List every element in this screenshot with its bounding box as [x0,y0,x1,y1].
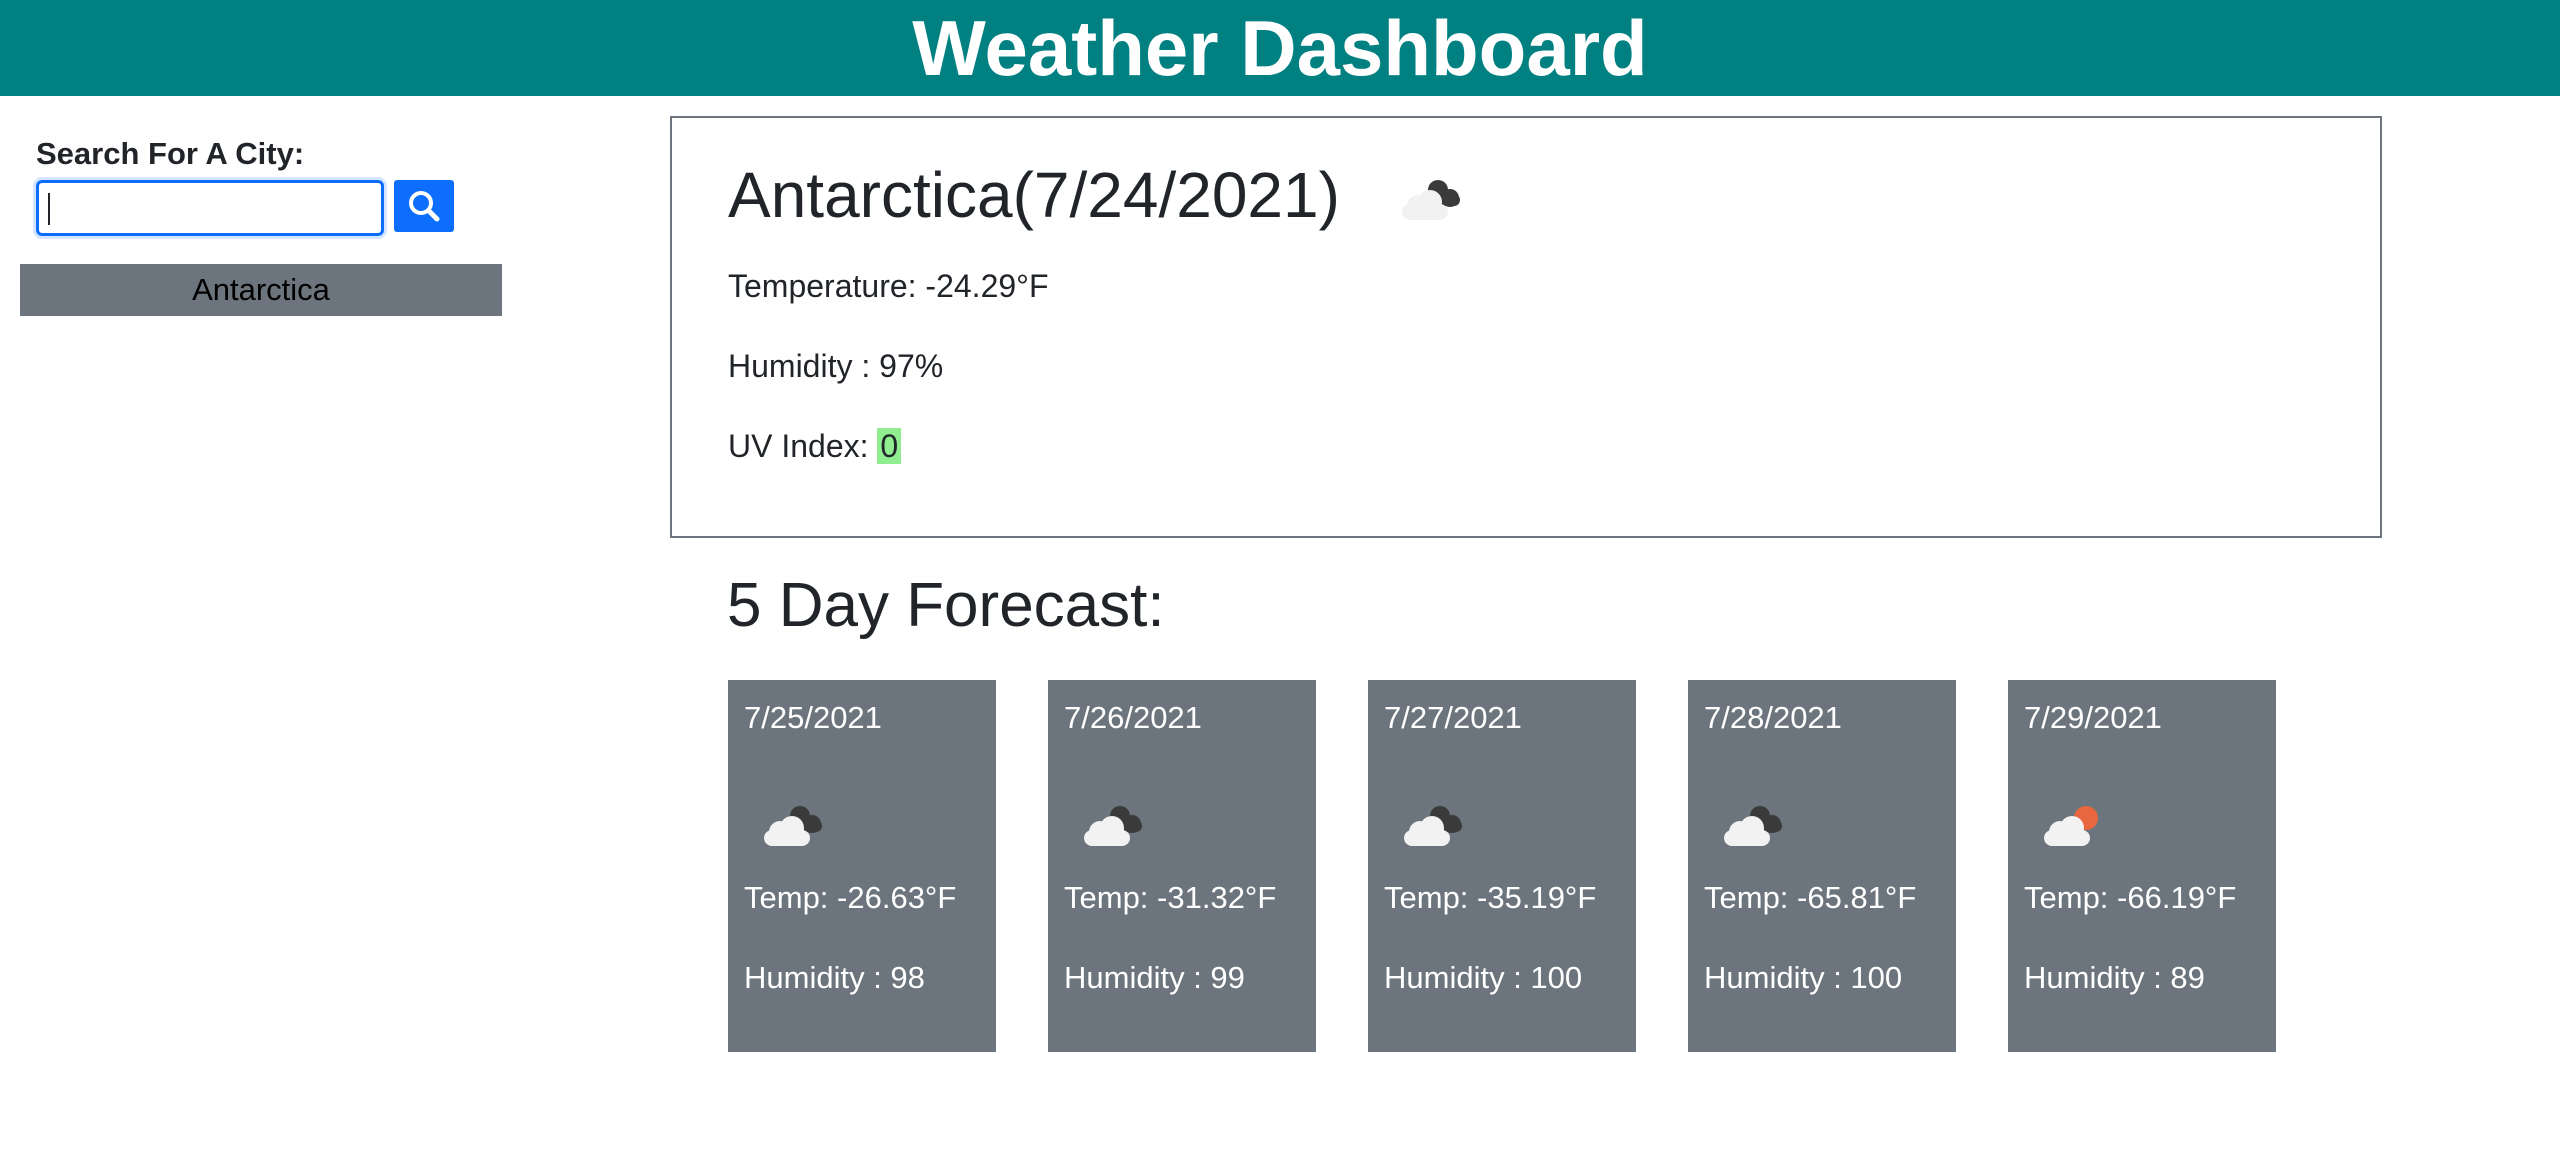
uv-index-line: UV Index: 0 [728,428,902,465]
forecast-temp: Temp: -35.19°F [1384,880,1597,915]
broken-clouds-night-icon [1402,180,1460,220]
forecast-card: 7/25/2021 Temp: -26.63°F Humidity : 98 [728,680,996,1052]
forecast-date: 7/27/2021 [1384,700,1522,735]
forecast-card: 7/26/2021 Temp: -31.32°F Humidity : 99 [1048,680,1316,1052]
search-button[interactable] [394,180,454,232]
search-history-item[interactable]: Antarctica [20,264,502,316]
forecast-date: 7/26/2021 [1064,700,1202,735]
forecast-date: 7/28/2021 [1704,700,1842,735]
text-cursor [48,193,50,225]
forecast-heading: 5 Day Forecast: [727,571,1165,640]
broken-clouds-night-icon [1404,806,1462,846]
forecast-temp: Temp: -66.19°F [2024,880,2237,915]
humidity-value: 97% [879,348,944,384]
humidity-label: Humidity : [728,348,880,384]
search-label: Search For A City: [36,136,305,171]
forecast-humidity: Humidity : 100 [1704,960,1903,995]
current-weather-card: Antarctica(7/24/2021) Temperature: -24.2… [670,116,2382,538]
city-date-heading: Antarctica(7/24/2021) [728,159,1340,231]
temperature-label: Temperature: [728,268,926,304]
city-search-input[interactable] [36,180,384,236]
humidity-line: Humidity : 97% [728,348,943,385]
broken-clouds-night-icon [1724,806,1782,846]
broken-clouds-night-icon [764,806,822,846]
few-clouds-day-icon [2044,806,2098,846]
forecast-date: 7/29/2021 [2024,700,2162,735]
forecast-date: 7/25/2021 [744,700,882,735]
forecast-card: 7/28/2021 Temp: -65.81°F Humidity : 100 [1688,680,1956,1052]
uv-index-badge: 0 [877,428,902,464]
forecast-temp: Temp: -31.32°F [1064,880,1277,915]
temperature-value: -24.29°F [925,268,1049,304]
broken-clouds-night-icon [1084,806,1142,846]
temperature-line: Temperature: -24.29°F [728,268,1049,305]
forecast-humidity: Humidity : 89 [2024,960,2205,995]
search-icon [409,191,440,222]
forecast-humidity: Humidity : 100 [1384,960,1583,995]
app-header: Weather Dashboard [0,0,2560,96]
page-title: Weather Dashboard [912,4,1648,92]
forecast-humidity: Humidity : 98 [744,960,925,995]
forecast-temp: Temp: -65.81°F [1704,880,1917,915]
forecast-temp: Temp: -26.63°F [744,880,957,915]
uv-index-label: UV Index: [728,428,878,464]
forecast-card: 7/29/2021 Temp: -66.19°F Humidity : 89 [2008,680,2276,1052]
forecast-card: 7/27/2021 Temp: -35.19°F Humidity : 100 [1368,680,1636,1052]
forecast-humidity: Humidity : 99 [1064,960,1245,995]
